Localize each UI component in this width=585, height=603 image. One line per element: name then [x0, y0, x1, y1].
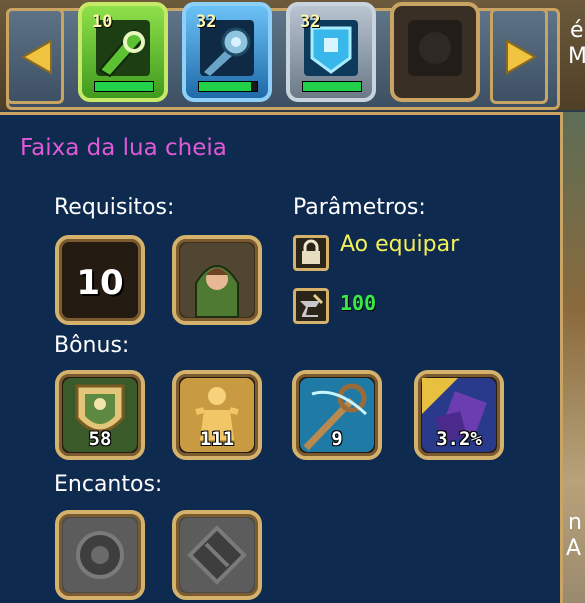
- slot-progress-bar: [302, 81, 362, 92]
- hooded-character-icon: [180, 243, 254, 318]
- durability-value: 100: [340, 291, 377, 315]
- enchant-slot-2[interactable]: [172, 510, 262, 600]
- bind-on-equip-text: Ao equipar: [340, 232, 460, 257]
- bonus-health-tile[interactable]: 111: [172, 370, 262, 460]
- bonus-value: 111: [199, 428, 235, 450]
- bonus-heading: Bônus:: [54, 333, 130, 358]
- edge-text: A: [566, 536, 582, 561]
- arrow-right-icon: [506, 39, 537, 75]
- round-rune-icon: [63, 518, 137, 592]
- required-level-tile[interactable]: 10: [55, 235, 145, 325]
- empty-slot-icon: [408, 20, 462, 76]
- arrow-left-icon: [21, 39, 52, 75]
- item-carousel: 10 32 32 é M: [0, 0, 585, 110]
- bonus-value: 9: [331, 428, 343, 450]
- bonus-magic-tile[interactable]: 9: [292, 370, 382, 460]
- requirements-heading: Requisitos:: [54, 195, 175, 220]
- item-name: Faixa da lua cheia: [20, 135, 227, 161]
- item-slot-belt[interactable]: 10: [78, 2, 168, 102]
- edge-text: M: [568, 44, 585, 69]
- bonus-value: 58: [88, 428, 112, 450]
- item-slot-mace[interactable]: 32: [182, 2, 272, 102]
- item-slot-empty[interactable]: [390, 2, 480, 102]
- diamond-rune-icon: [180, 518, 254, 592]
- required-level: 10: [76, 263, 124, 303]
- prev-arrow-button[interactable]: [6, 8, 64, 104]
- item-slot-shield[interactable]: 32: [286, 2, 376, 102]
- slot-progress-bar: [198, 81, 258, 92]
- slot-level: 10: [92, 12, 113, 32]
- slot-level: 32: [300, 12, 321, 32]
- bonus-percent-tile[interactable]: 3.2%: [414, 370, 504, 460]
- required-class-tile[interactable]: [172, 235, 262, 325]
- enchant-slot-1[interactable]: [55, 510, 145, 600]
- anvil-icon: [293, 288, 329, 324]
- slot-progress-bar: [94, 81, 154, 92]
- item-info-panel: Faixa da lua cheia Requisitos: Parâmetro…: [0, 112, 563, 603]
- bonus-defense-tile[interactable]: 58: [55, 370, 145, 460]
- bonus-value: 3.2%: [436, 428, 482, 450]
- edge-text: é: [570, 18, 584, 43]
- lock-icon: [293, 235, 329, 271]
- enchants-heading: Encantos:: [54, 472, 163, 497]
- edge-text: n: [568, 510, 582, 535]
- next-arrow-button[interactable]: [490, 8, 548, 104]
- slot-level: 32: [196, 12, 217, 32]
- parameters-heading: Parâmetros:: [293, 195, 426, 220]
